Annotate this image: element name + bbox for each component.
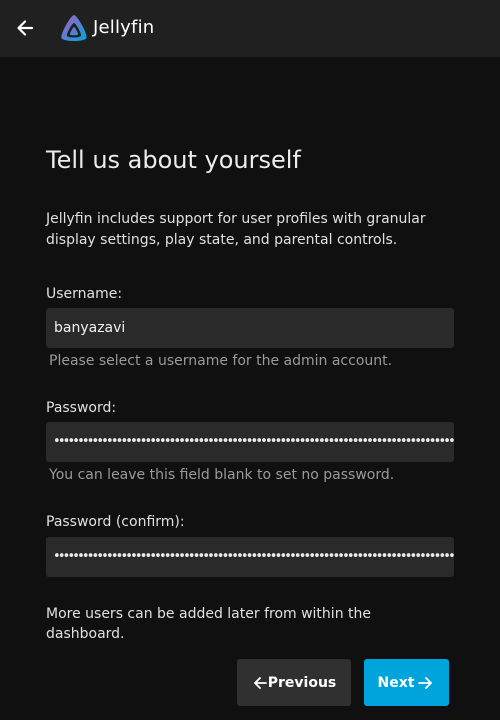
page-title: Tell us about yourself [46, 146, 301, 174]
arrow-left-icon [17, 20, 34, 36]
app-header: Jellyfin [0, 0, 500, 57]
next-label: Next [377, 674, 415, 691]
password-label: Password: [46, 400, 117, 416]
app-title: Jellyfin [93, 17, 155, 38]
intro-text: Jellyfin includes support for user profi… [46, 211, 426, 248]
footer-note: More users can be added later from withi… [46, 606, 371, 642]
back-button[interactable] [10, 13, 40, 43]
arrow-right-icon [418, 676, 433, 689]
jellyfin-logo-icon [61, 15, 87, 41]
password-input[interactable]: ••••••••••••••••••••••••••••••••••••••••… [46, 422, 454, 462]
previous-button[interactable]: Previous [237, 659, 351, 706]
password-confirm-input[interactable]: ••••••••••••••••••••••••••••••••••••••••… [46, 537, 454, 577]
next-button[interactable]: Next [364, 659, 449, 706]
password-confirm-label: Password (confirm): [46, 514, 185, 530]
username-hint: Please select a username for the admin a… [49, 353, 393, 369]
username-label: Username: [46, 286, 123, 302]
previous-label: Previous [267, 674, 337, 691]
username-input[interactable] [46, 308, 454, 348]
arrow-left-icon [253, 676, 267, 689]
password-hint: You can leave this field blank to set no… [49, 467, 395, 483]
